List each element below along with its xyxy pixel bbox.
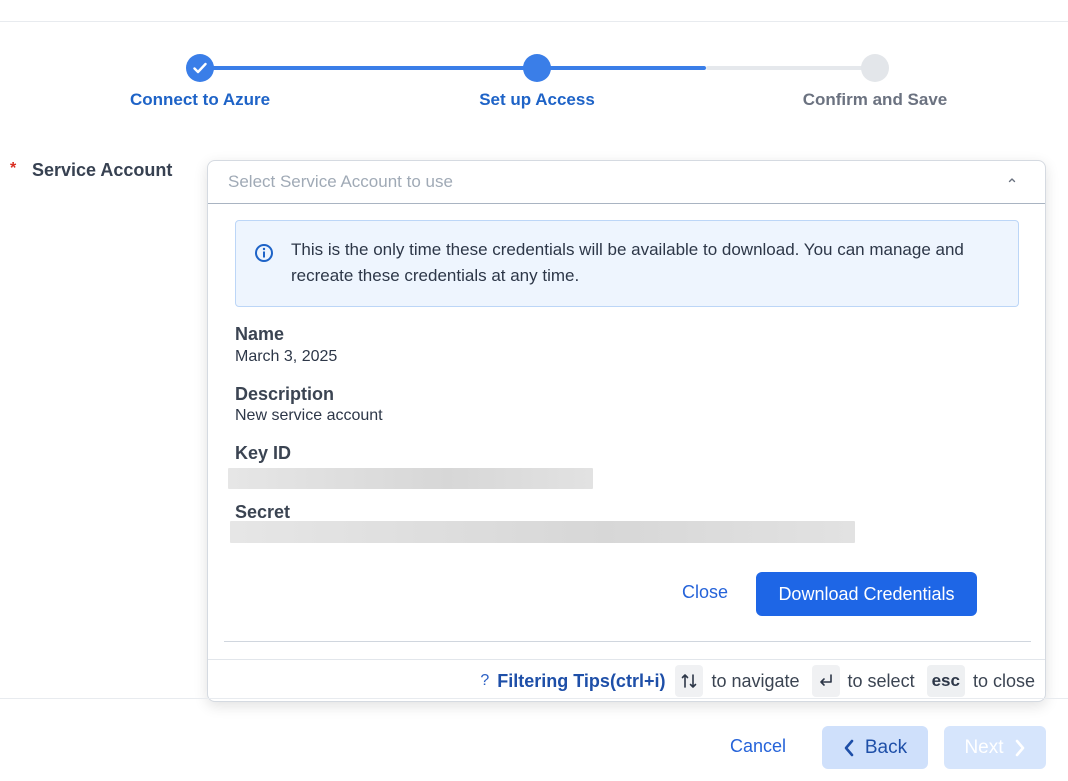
stepper-track-pending — [706, 66, 874, 70]
chevron-left-icon — [844, 739, 854, 756]
key-id-value-redacted — [228, 468, 593, 489]
service-account-label: Service Account — [32, 160, 173, 180]
step-3-dot — [861, 54, 889, 82]
credentials-info-banner: This is the only time these credentials … — [235, 220, 1019, 307]
filtering-tips-link[interactable]: ? Filtering Tips(ctrl+i) — [480, 671, 665, 692]
panel-divider — [224, 641, 1031, 642]
select-placeholder: Select Service Account to use — [228, 172, 453, 191]
step-1-check-icon — [186, 54, 214, 82]
close-hint: to close — [972, 670, 1035, 691]
progress-stepper: Connect to Azure Set up Access Confirm a… — [0, 0, 1068, 130]
required-asterisk: * — [10, 160, 17, 177]
service-account-dropdown: Select Service Account to use This is th… — [207, 160, 1046, 702]
filtering-tips-label: Filtering Tips(ctrl+i) — [497, 670, 666, 691]
arrows-up-down-icon — [675, 665, 704, 697]
close-link[interactable]: Close — [682, 582, 728, 603]
step-label-access: Set up Access — [479, 90, 595, 109]
chevron-up-icon[interactable] — [1007, 175, 1017, 185]
select-hint: to select — [847, 670, 915, 691]
enter-key-icon — [811, 665, 840, 697]
chevron-right-icon — [1015, 739, 1024, 756]
back-button[interactable]: Back — [822, 726, 928, 769]
next-label: Next — [964, 736, 1004, 758]
next-button[interactable]: Next — [944, 726, 1046, 769]
name-value: March 3, 2025 — [235, 348, 338, 365]
cancel-button[interactable]: Cancel — [730, 736, 786, 757]
step-2-dot — [523, 54, 551, 82]
secret-label: Secret — [235, 502, 291, 522]
key-id-label: Key ID — [235, 443, 292, 463]
download-credentials-button[interactable]: Download Credentials — [756, 572, 977, 616]
service-account-select[interactable]: Select Service Account to use — [208, 161, 1045, 204]
navigate-hint: to navigate — [711, 670, 800, 691]
question-icon: ? — [480, 672, 490, 689]
description-value: New service account — [235, 407, 383, 424]
dropdown-footer: ? Filtering Tips(ctrl+i) to navigate to … — [208, 659, 1045, 701]
secret-value-redacted — [230, 521, 855, 543]
bottom-divider — [0, 698, 1068, 699]
info-icon — [255, 244, 273, 262]
name-label: Name — [235, 324, 285, 344]
stepper-track-completed — [200, 66, 706, 70]
description-label: Description — [235, 384, 335, 404]
info-message: This is the only time these credentials … — [291, 240, 964, 285]
back-label: Back — [864, 736, 908, 758]
esc-key: esc — [926, 665, 965, 697]
step-label-connect: Connect to Azure — [129, 90, 271, 109]
step-label-confirm: Confirm and Save — [802, 90, 948, 109]
